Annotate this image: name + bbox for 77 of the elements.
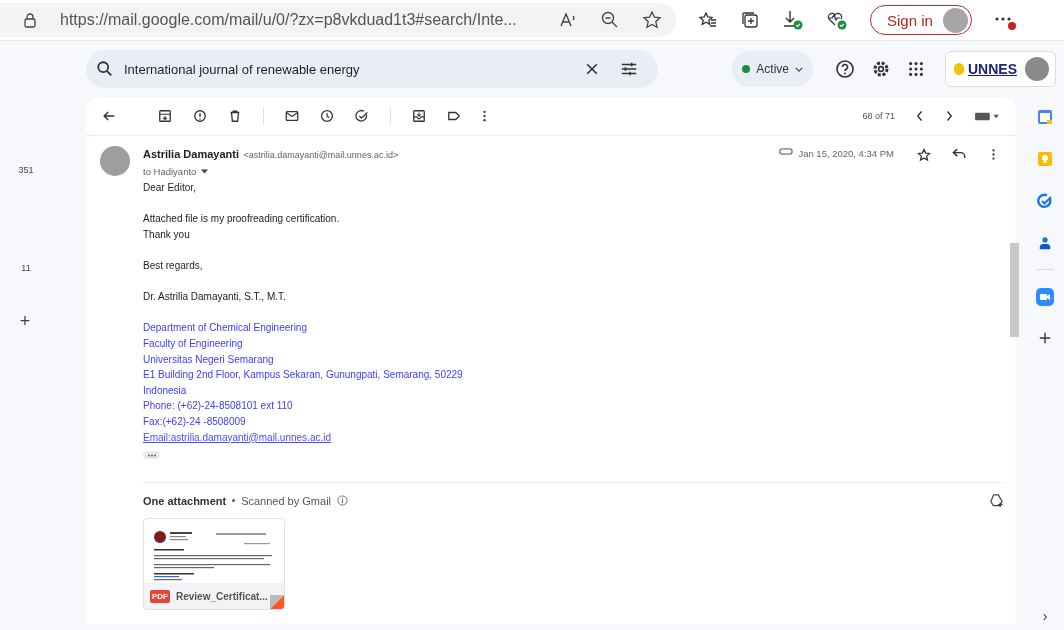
archive-icon[interactable] bbox=[158, 109, 172, 123]
label-icon[interactable] bbox=[447, 109, 461, 123]
signature-line: Faculty of Engineering bbox=[143, 337, 243, 349]
signature-line: Phone: (+62)-24-8508101 ext 110 bbox=[143, 400, 293, 412]
expand-panel-button[interactable]: › bbox=[1042, 608, 1048, 624]
caret-icon bbox=[795, 66, 803, 72]
add-task-icon[interactable] bbox=[355, 109, 369, 123]
envelope-icon[interactable] bbox=[285, 109, 299, 123]
body-text: Attached file is my proofreading certification. bbox=[143, 213, 340, 225]
tasks-icon[interactable] bbox=[1037, 193, 1053, 209]
reply-icon[interactable] bbox=[952, 148, 966, 159]
more-vertical-icon[interactable] bbox=[991, 148, 996, 161]
close-icon[interactable] bbox=[584, 61, 600, 77]
keyboard-icon[interactable] bbox=[974, 110, 1000, 122]
move-to-icon[interactable] bbox=[412, 109, 426, 123]
show-trimmed-button[interactable] bbox=[143, 451, 160, 460]
profile-avatar-icon bbox=[942, 7, 968, 33]
search-icon bbox=[96, 60, 114, 78]
filter-options-icon[interactable] bbox=[620, 60, 638, 78]
back-arrow-icon[interactable] bbox=[102, 109, 116, 123]
folded-corner-icon bbox=[270, 595, 284, 610]
status-dot bbox=[742, 65, 751, 73]
mail-count: 11 bbox=[21, 263, 31, 273]
video-call-icon[interactable] bbox=[1036, 288, 1054, 306]
plus-icon[interactable] bbox=[1039, 332, 1051, 344]
signature-line: Fax:(+62)-24 -8508009 bbox=[143, 415, 246, 427]
scan-note: Scanned by Gmail bbox=[241, 494, 332, 507]
favorites-icon[interactable] bbox=[698, 10, 718, 30]
settings-icon[interactable] bbox=[871, 59, 891, 79]
signature-line: E1 Building 2nd Floor, Kampus Sekaran, Gunungpati, Semarang, 50229 bbox=[143, 369, 463, 381]
signature-line: Universitas Negeri Semarang bbox=[143, 353, 274, 365]
next-icon[interactable] bbox=[945, 110, 953, 122]
separator-dot bbox=[232, 499, 236, 503]
signature-line: Department of Chemical Engineering bbox=[143, 322, 307, 334]
downloads-icon[interactable] bbox=[782, 9, 804, 31]
add-button[interactable]: + bbox=[19, 311, 31, 332]
attachment-card[interactable]: PDF Review_Certificat... bbox=[143, 518, 285, 611]
status-button[interactable]: Active bbox=[732, 51, 813, 87]
signature-line: Indonesia bbox=[143, 384, 187, 396]
body-text: Thank you bbox=[143, 228, 190, 240]
attachment-heading: One attachment bbox=[143, 494, 227, 507]
attachment-icon bbox=[779, 148, 794, 155]
report-spam-icon[interactable] bbox=[193, 109, 207, 123]
calendar-icon[interactable] bbox=[1037, 109, 1053, 125]
sign-in-button[interactable]: Sign in bbox=[870, 5, 972, 35]
account-avatar-icon bbox=[1025, 57, 1049, 81]
star-icon[interactable] bbox=[917, 148, 931, 162]
message-counter: 68 of 71 bbox=[862, 111, 895, 121]
zoom-out-icon[interactable] bbox=[600, 10, 620, 30]
help-icon[interactable] bbox=[835, 59, 855, 79]
ellipsis-icon bbox=[146, 453, 157, 457]
collections-icon[interactable] bbox=[740, 10, 760, 30]
mail-count: 351 bbox=[18, 165, 34, 175]
pdf-icon: PDF bbox=[150, 589, 170, 603]
scrollbar-thumb[interactable] bbox=[1010, 243, 1019, 337]
dropdown-caret-icon[interactable] bbox=[201, 169, 209, 174]
body-text: Dear Editor, bbox=[143, 182, 196, 193]
recipient-text: to Hadiyanto bbox=[143, 166, 197, 177]
signature-name: Dr. Astrilia Damayanti, S.T., M.T. bbox=[143, 291, 286, 303]
more-vertical-icon[interactable] bbox=[482, 109, 487, 123]
file-name: Review_Certificat... bbox=[176, 590, 268, 602]
body-text: Best regards, bbox=[143, 259, 203, 271]
email-link[interactable]: Email:astrilia.damayanti@mail.unnes.ac.id bbox=[143, 431, 331, 443]
star-icon[interactable] bbox=[642, 10, 662, 30]
account-button[interactable]: UNNES bbox=[945, 51, 1056, 87]
search-field[interactable]: International journal of renewable energy bbox=[86, 50, 658, 88]
lock-icon bbox=[22, 12, 38, 28]
sender-avatar bbox=[100, 146, 130, 176]
previous-icon[interactable] bbox=[916, 110, 924, 122]
person-icon[interactable] bbox=[1038, 235, 1052, 251]
apps-grid-icon[interactable] bbox=[907, 60, 925, 78]
sender-name: Astrilia Damayanti bbox=[143, 148, 239, 160]
message-date: Jan 15, 2020, 4:34 PM bbox=[798, 148, 894, 159]
info-icon[interactable] bbox=[337, 495, 349, 507]
clock-icon[interactable] bbox=[320, 109, 334, 123]
sender-email: <astrilia.damayanti@mail.unnes.ac.id> bbox=[243, 150, 399, 160]
trash-icon[interactable] bbox=[228, 109, 242, 123]
